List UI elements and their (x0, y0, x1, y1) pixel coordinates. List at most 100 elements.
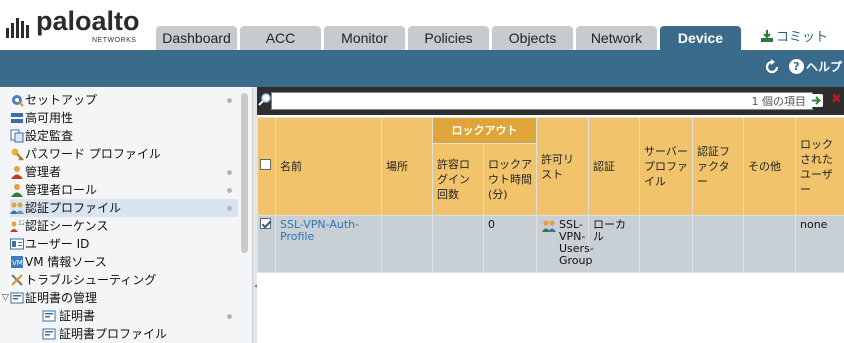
tab-monitor[interactable]: Monitor (324, 26, 405, 50)
nav-scrollbar[interactable] (241, 93, 248, 253)
nav-item-password-profile[interactable]: パスワード プロファイル (10, 145, 238, 163)
cell-allowed-attempts (432, 215, 484, 273)
cell-other (743, 215, 796, 273)
user-group-entry: SSL-VPN-Users-Group (541, 219, 594, 267)
select-all-checkbox[interactable] (260, 159, 271, 170)
troubleshoot-icon (11, 274, 23, 286)
password-icon (11, 148, 24, 161)
nav-item-troubleshooting[interactable]: トラブルシューティング (10, 271, 238, 289)
tab-device[interactable]: Device (660, 26, 741, 50)
filter-bar: 1 個の項目 ✖ (257, 87, 844, 115)
commit-button[interactable]: コミット (760, 28, 828, 48)
nav-item-user-id[interactable]: ユーザー ID (10, 235, 238, 253)
search-icon (258, 93, 271, 106)
refresh-icon[interactable] (764, 59, 780, 75)
status-dot (227, 188, 232, 193)
app-window: paloalto NETWORKS Dashboard ACC Monitor … (0, 0, 844, 343)
select-all-header[interactable] (257, 117, 276, 216)
nav-item-certificates[interactable]: 証明書 (10, 307, 238, 325)
col-header-server-profile[interactable]: サーバー プロファイル (639, 117, 693, 216)
vm-icon: VM (11, 256, 23, 268)
admin-role-icon (11, 184, 23, 197)
left-navigation: セットアップ 高可用性 設定監査 パスワード プロファイル 管理者 管理者ロール… (0, 87, 253, 343)
nav-label: 認証シーケンス (25, 219, 109, 233)
cert-mgmt-icon (10, 292, 24, 304)
user-id-icon (10, 238, 24, 250)
nav-item-config-audit[interactable]: 設定監査 (10, 127, 238, 145)
nav-label: 高可用性 (25, 111, 74, 125)
tab-acc[interactable]: ACC (240, 26, 321, 50)
nav-item-vm-info[interactable]: VM VM 情報ソース (10, 253, 238, 271)
clear-filter-icon[interactable]: ✖ (831, 92, 842, 108)
row-checkbox[interactable] (260, 218, 271, 229)
nav-label: 証明書の管理 (25, 291, 98, 305)
status-dot (227, 206, 232, 211)
auth-sequence-icon: 123 (10, 220, 24, 232)
admin-icon (11, 166, 23, 179)
nav-label: VM 情報ソース (25, 255, 107, 269)
col-header-location[interactable]: 場所 (381, 117, 433, 216)
nav-label: 認証プロファイル (25, 201, 122, 215)
tab-dashboard[interactable]: Dashboard (156, 26, 237, 50)
col-header-lockout-time[interactable]: ロックアウト時間(分) (483, 143, 537, 216)
col-header-name[interactable]: 名前 (275, 117, 382, 216)
commit-icon (761, 30, 773, 42)
cell-name[interactable]: SSL-VPN-Auth-Profile (275, 215, 382, 273)
col-header-other[interactable]: その他 (743, 117, 796, 216)
audit-icon (10, 129, 24, 143)
nav-item-admin[interactable]: 管理者 (10, 163, 238, 181)
row-select-cell[interactable] (257, 215, 276, 273)
col-header-locked-users[interactable]: ロックされたユーザー (795, 117, 844, 216)
top-header: paloalto NETWORKS Dashboard ACC Monitor … (0, 0, 844, 50)
ha-icon (11, 113, 23, 123)
tab-policies[interactable]: Policies (408, 26, 489, 50)
cert-profile-icon (42, 328, 56, 340)
cell-auth: ローカル (588, 215, 640, 273)
status-dot (227, 314, 232, 319)
nav-label: 管理者 (25, 165, 62, 179)
col-header-auth[interactable]: 認証 (588, 117, 640, 216)
tab-network[interactable]: Network (576, 26, 657, 50)
status-dot (227, 98, 232, 103)
help-button[interactable]: ? ヘルプ (789, 58, 842, 76)
nav-item-auth-profile[interactable]: 認証プロファイル (10, 199, 238, 217)
col-header-allow-list[interactable]: 許可リスト (536, 117, 589, 216)
logo: paloalto NETWORKS (4, 6, 154, 48)
item-count: 1 個の項目 (751, 95, 807, 108)
help-label: ヘルプ (806, 60, 843, 74)
col-header-auth-factor[interactable]: 認証ファクター (692, 117, 744, 216)
tab-objects[interactable]: Objects (492, 26, 573, 50)
toolbar-band: ? ヘルプ (0, 50, 844, 87)
cell-locked-users: none (795, 215, 844, 273)
expand-icon[interactable]: ▽ (2, 289, 9, 307)
nav-label: トラブルシューティング (25, 273, 157, 287)
brand-sub: NETWORKS (92, 37, 137, 44)
nav-label: ユーザー ID (25, 237, 90, 251)
col-group-lockout: ロックアウト (432, 117, 537, 144)
col-header-allowed-attempts[interactable]: 許容ログイン回数 (432, 143, 484, 216)
cell-lockout-time: 0 (483, 215, 537, 273)
nav-item-ha[interactable]: 高可用性 (10, 109, 238, 127)
nav-label: 証明書プロファイル (59, 327, 168, 341)
nav-item-admin-role[interactable]: 管理者ロール (10, 181, 238, 199)
help-icon: ? (789, 59, 804, 74)
nav-item-auth-sequence[interactable]: 123 認証シーケンス (10, 217, 238, 235)
auth-profile-table: 名前 場所 ロックアウト 許可リスト 認証 サーバー プロファイル 認証ファクタ… (257, 117, 844, 273)
auth-profile-icon (10, 202, 24, 214)
svg-text:VM: VM (12, 259, 23, 267)
table-row[interactable]: SSL-VPN-Auth-Profile 0 SSL-VPN-Users-Gro… (257, 215, 844, 273)
svg-text:123: 123 (18, 220, 24, 227)
cert-icon (42, 310, 56, 322)
nav-label: 管理者ロール (25, 183, 98, 197)
nav-list: セットアップ 高可用性 設定監査 パスワード プロファイル 管理者 管理者ロール… (2, 91, 238, 343)
nav-item-cert-profile[interactable]: 証明書プロファイル (10, 325, 238, 343)
content-panel: 1 個の項目 ✖ 名前 場所 ロックアウト 許可リスト 認証 サーバー プロファ… (257, 87, 844, 343)
status-dot (227, 170, 232, 175)
logo-mark-icon (6, 18, 29, 38)
nav-item-setup[interactable]: セットアップ (10, 91, 238, 109)
setup-icon (12, 95, 24, 107)
nav-item-cert-management[interactable]: ▽ 証明書の管理 (2, 289, 238, 307)
filter-input[interactable]: 1 個の項目 (271, 92, 813, 110)
apply-filter-icon[interactable] (810, 94, 823, 107)
user-group-icon (542, 220, 556, 232)
